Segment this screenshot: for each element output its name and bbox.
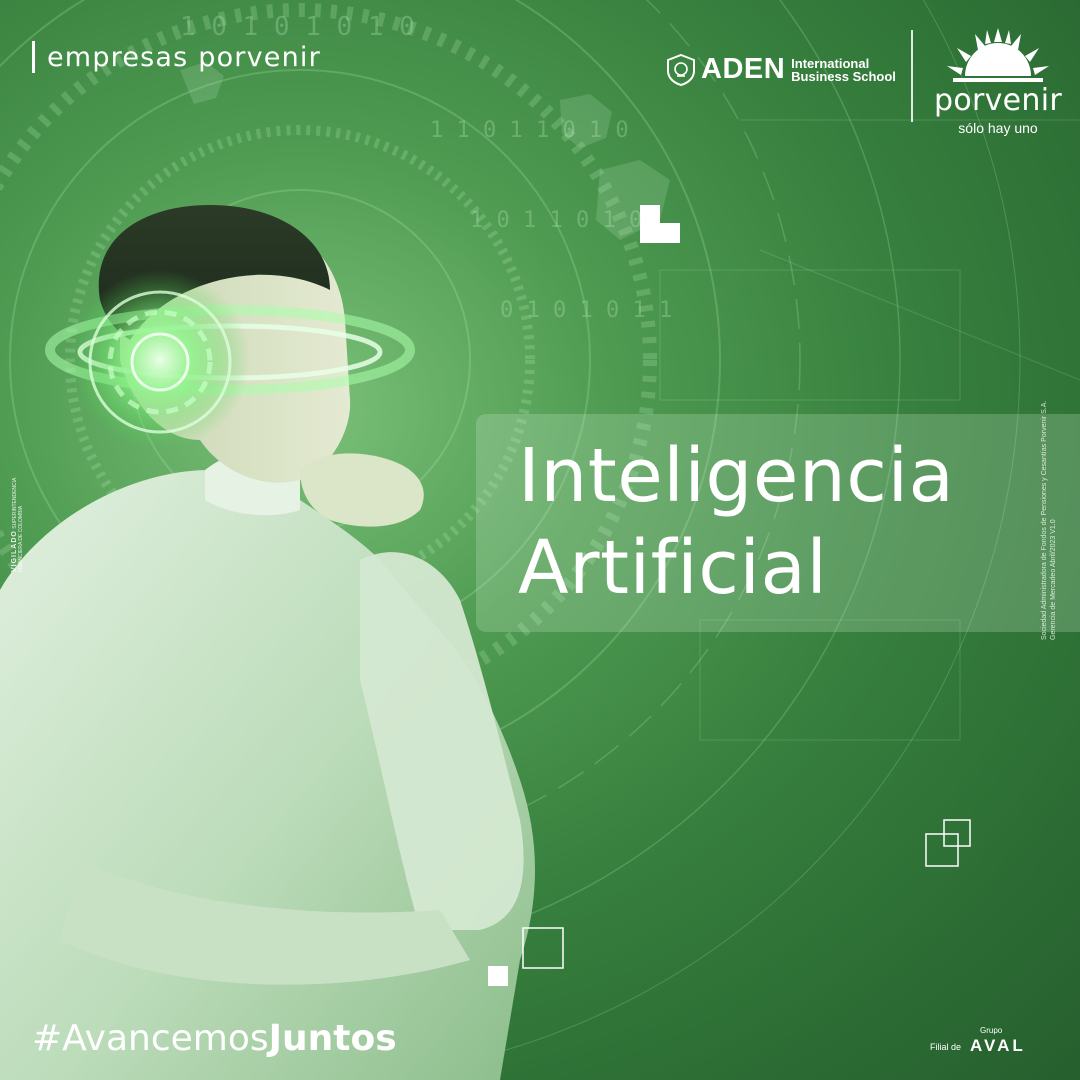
- headline-line2: Artificial: [518, 525, 828, 611]
- vigilado-label: VIGILADO: [11, 530, 18, 572]
- aden-subtitle-line2: Business School: [791, 68, 896, 84]
- aval-wordmark: AVAL: [970, 1036, 1026, 1055]
- porvenir-name: porvenir: [933, 83, 1063, 118]
- binary-decoration: 1 0 1 1 0 1 0: [470, 208, 643, 233]
- brand-left-label: empresas porvenir: [47, 41, 321, 73]
- headline-line1: Inteligencia: [518, 433, 955, 519]
- legal-line2: Gerencia de Mercadeo Abril/2023 V1.0: [1050, 519, 1057, 640]
- aden-logo: ADEN International Business School: [666, 53, 896, 86]
- brand-divider: [32, 41, 35, 73]
- hashtag: #AvancemosJuntos: [32, 1018, 397, 1059]
- grupo-aval-logo: Filial de Grupo AVAL: [930, 1026, 1052, 1056]
- filial-label: Filial de: [930, 1042, 962, 1052]
- binary-decoration: 1 1 0 1 1 0 1 0: [430, 118, 629, 143]
- grupo-label: Grupo: [980, 1026, 1003, 1035]
- legal-line1: Sociedad Administradora de Fondos de Pen…: [1041, 400, 1048, 640]
- headline: Inteligencia Artificial: [518, 430, 954, 614]
- hashtag-bold: Juntos: [268, 1018, 397, 1059]
- porvenir-tagline: sólo hay uno: [958, 120, 1038, 136]
- porvenir-logo: porvenir sólo hay uno: [932, 26, 1064, 136]
- binary-decoration: 0 1 0 1 0 1 1: [500, 298, 673, 323]
- aden-shield-icon: [667, 53, 695, 86]
- poster: 1 0 1 0 1 0 1 0 1 1 0 1 1 0 1 0 1 0 1 1 …: [0, 0, 1080, 1080]
- aden-subtitle-line1: International: [791, 55, 870, 71]
- aden-name: ADEN: [701, 53, 786, 85]
- porvenir-sun-icon: [947, 28, 1049, 82]
- legal-notice: Sociedad Administradora de Fondos de Pen…: [1040, 400, 1057, 640]
- logo-divider: [911, 30, 913, 122]
- empresas-porvenir-brand: empresas porvenir: [32, 40, 321, 74]
- aden-subtitle: International Business School: [791, 57, 896, 83]
- binary-decoration: 1 0 1 0 1 0 1 0: [180, 12, 415, 42]
- vigilado-badge: VIGILADO SUPERINTENDENCIA FINANCIERA DE …: [11, 452, 36, 572]
- hashtag-prefix: #Avancemos: [32, 1018, 269, 1059]
